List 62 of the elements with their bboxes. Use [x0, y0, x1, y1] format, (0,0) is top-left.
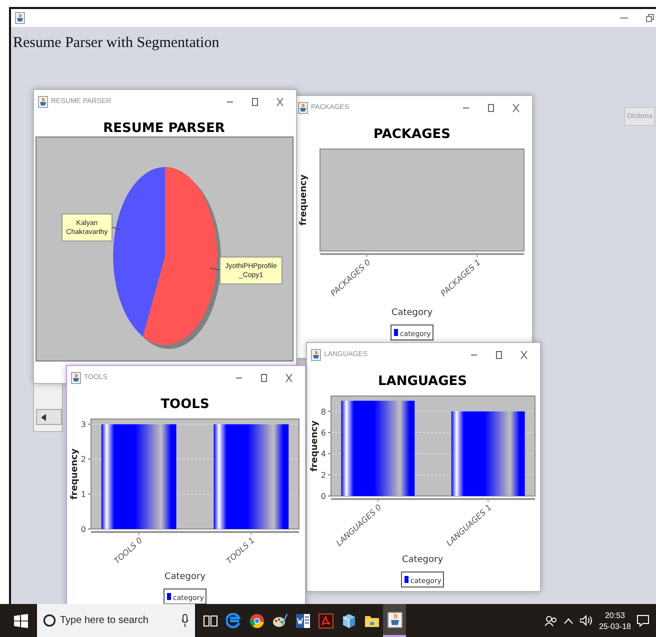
coffee-cup-icon — [15, 12, 25, 24]
leader-line — [112, 226, 120, 230]
legend-swatch — [167, 593, 171, 600]
coffee-cup-icon — [71, 372, 81, 384]
close-icon[interactable] — [512, 104, 520, 112]
axis-label: frequency — [299, 174, 309, 226]
axis-label: Category — [402, 555, 444, 565]
app-heading: Resume Parser with Segmentation — [13, 35, 220, 52]
tick-label: 1 — [80, 490, 86, 500]
restore-icon[interactable] — [646, 14, 654, 22]
tick-label: 8 — [320, 407, 326, 416]
microphone-icon[interactable] — [181, 614, 189, 627]
maximize-icon[interactable] — [251, 98, 259, 106]
tick-label: 4 — [320, 450, 326, 459]
task-view-icon — [202, 612, 218, 628]
maximize-icon[interactable] — [495, 350, 503, 358]
legend-swatch — [394, 329, 398, 336]
palette-icon — [272, 612, 288, 628]
cube-icon — [340, 612, 356, 628]
leader-line — [210, 268, 220, 270]
legend-swatch — [404, 576, 408, 583]
coffee-cup-icon — [38, 96, 48, 108]
tick-label: 0 — [320, 492, 326, 501]
coffee-cup-icon — [386, 612, 402, 628]
label-box — [62, 214, 112, 242]
maximize-icon[interactable] — [487, 104, 495, 112]
tick-label: 0 — [80, 525, 86, 534]
taskbar-button[interactable] — [383, 604, 406, 637]
chart-title: RESUME PARSER — [103, 121, 225, 136]
tick-label: 3 — [80, 420, 86, 430]
close-icon[interactable] — [285, 374, 293, 382]
label-box — [220, 256, 282, 284]
document-icon — [294, 612, 310, 628]
axis-label: frequency — [310, 420, 320, 472]
speaker-icon[interactable] — [580, 615, 592, 626]
colored-circle-icon — [248, 612, 264, 628]
scrollbar[interactable] — [36, 409, 62, 425]
chart-title: LANGUAGES — [378, 374, 468, 389]
close-icon[interactable] — [520, 350, 528, 358]
axis-label: Category — [391, 308, 433, 318]
clock-date[interactable]: 25-03-18 — [598, 620, 631, 632]
clock-time[interactable]: 20:53 — [604, 610, 625, 620]
tick-label: 2 — [320, 470, 326, 480]
left-arrow-icon[interactable] — [41, 414, 47, 420]
legend-box — [401, 572, 444, 588]
notification-icon[interactable] — [637, 614, 649, 626]
windows-icon[interactable] — [14, 614, 28, 628]
chevron-up-icon[interactable] — [564, 618, 573, 624]
axis-label: Category — [164, 572, 206, 582]
axis-label: frequency — [70, 448, 80, 500]
coffee-cup-icon — [311, 348, 321, 360]
people-icon[interactable] — [544, 614, 557, 626]
chart-title: PACKAGES — [374, 127, 450, 142]
search-field[interactable]: Type here to search — [60, 615, 177, 626]
browser-icon — [226, 612, 242, 628]
circle-icon — [43, 614, 56, 627]
chart-title: TOOLS — [160, 397, 210, 412]
maximize-icon[interactable] — [260, 374, 268, 382]
document-icon — [318, 612, 334, 628]
tick-label: 6 — [320, 428, 326, 438]
tick-label: 2 — [80, 455, 86, 464]
close-icon[interactable] — [276, 98, 284, 106]
